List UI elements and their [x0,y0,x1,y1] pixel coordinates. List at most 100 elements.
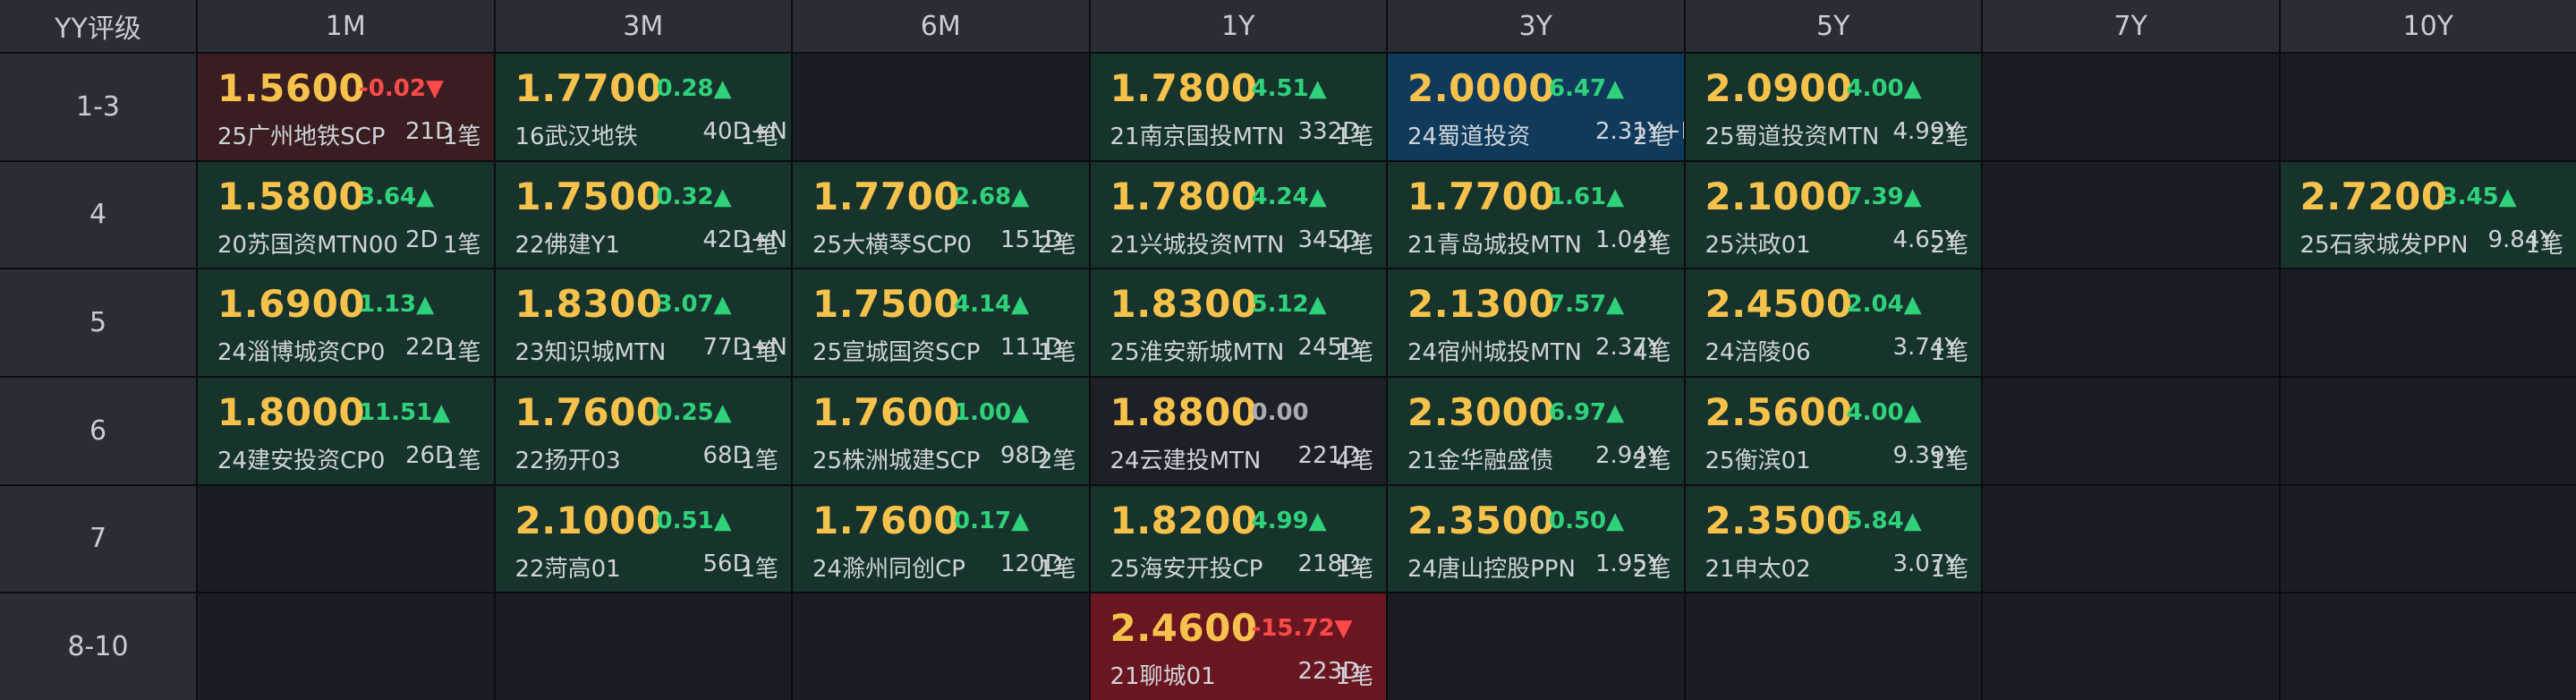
quote-yield: 1.7500 [514,174,663,218]
quote-change: 0.17▲ [954,507,1030,534]
quote-change: 0.51▲ [656,507,732,534]
quote-yield: 1.7600 [514,389,663,434]
quote-change: 4.00▲ [1846,75,1922,102]
bond-name: 21聊城01 [1109,663,1216,691]
quote-change: 3.07▲ [656,291,732,319]
quote-cell[interactable]: 1.7600 0.25▲ 22扬开03 68D 1笔 [495,377,791,484]
header-tenor-3m[interactable]: 3M [495,0,791,52]
quote-cell[interactable]: 2.1300 7.57▲ 24宿州城投MTN 2.37Y 4笔 [1388,269,1684,376]
quote-yield: 2.3500 [1705,498,1853,542]
quote-cell[interactable]: 2.00006.47▲24蜀道投资2.31Y+N2笔 [1388,54,1684,160]
trade-count: 2笔 [1930,231,1968,259]
empty-cell [2280,593,2576,700]
quote-change: 6.97▲ [1549,398,1625,426]
header-tenor-7y[interactable]: 7Y [1983,0,2279,52]
quote-cell[interactable]: 2.1000 7.39▲ 25洪政01 4.65Y 2笔 [1685,161,1981,269]
quote-change: 11.51▲ [359,398,451,426]
quote-cell[interactable]: 1.8200 4.99▲ 25海安开投CP 218D 1笔 [1090,485,1386,593]
bond-name: 20苏国资MTN00 [217,231,398,259]
quote-cell[interactable]: 2.0900 4.00▲ 25蜀道投资MTN 4.99Y 2笔 [1685,54,1981,160]
row-label-rating: 5 [0,269,196,376]
bond-name: 25洪政01 [1705,231,1811,259]
trade-count: 1笔 [442,447,481,474]
quote-change: 0.28▲ [656,75,732,102]
quote-yield: 2.4600 [1109,606,1258,651]
bond-name: 21青岛城投MTN [1407,231,1582,259]
quote-yield: 1.6900 [217,282,366,327]
quote-yield: 1.5600 [217,66,366,110]
trade-count: 1笔 [1037,555,1076,583]
row-label-rating: 1-3 [0,54,196,160]
trade-count: 2笔 [1632,124,1671,150]
quote-cell[interactable]: 1.7700 2.68▲ 25大横琴SCP0 151D 2笔 [793,161,1089,269]
trade-count: 1笔 [1335,663,1373,691]
quote-cell[interactable]: 1.7800 4.51▲ 21南京国投MTN 332D 1笔 [1090,54,1386,160]
quote-cell[interactable]: 1.8300 5.12▲ 25淮安新城MTN 245D 1笔 [1090,269,1386,376]
header-tenor-6m[interactable]: 6M [793,0,1089,52]
quote-cell[interactable]: 1.7500 4.14▲ 25宣城国资SCP 111D 1笔 [793,269,1089,376]
quote-cell[interactable]: 2.3000 6.97▲ 21金华融盛债 2.94Y 2笔 [1388,377,1684,484]
quote-cell[interactable]: 1.8800 0.00 24云建投MTN 221D 4笔 [1090,377,1386,484]
empty-cell [495,593,791,700]
bond-name: 21兴城投资MTN [1109,231,1285,259]
trade-count: 1笔 [1335,339,1373,367]
quote-cell[interactable]: 1.7700 1.61▲ 21青岛城投MTN 1.04Y 2笔 [1388,161,1684,269]
trade-count: 1笔 [1930,447,1968,474]
header-tenor-1m[interactable]: 1M [198,0,494,52]
trade-count: 4笔 [1335,447,1373,474]
header-tenor-3y[interactable]: 3Y [1388,0,1684,52]
quote-cell[interactable]: 1.7600 0.17▲ 24滁州同创CP 120D 1笔 [793,485,1089,593]
quote-yield: 2.1000 [1705,174,1853,218]
quote-cell[interactable]: 2.5600 4.00▲ 25衡滨01 9.39Y 1笔 [1685,377,1981,484]
header-tenor-5y[interactable]: 5Y [1685,0,1981,52]
quote-cell[interactable]: 1.8000 11.51▲ 24建安投资CP0 26D 1笔 [198,377,494,484]
trade-count: 2笔 [1930,124,1968,150]
quote-cell[interactable]: 1.7600 1.00▲ 25株洲城建SCP 98D 2笔 [793,377,1089,484]
bond-name: 24滁州同创CP [812,555,965,583]
trade-count: 2笔 [1632,447,1671,474]
quote-change: -15.72▼ [1251,615,1353,643]
quote-yield: 1.8800 [1109,389,1258,434]
trade-count: 1笔 [1037,339,1076,367]
quote-cell[interactable]: 1.5600 -0.02▼ 25广州地铁SCP 21D 1笔 [198,54,494,160]
row-label-rating: 8-10 [0,593,196,700]
bond-name: 22菏高01 [514,555,621,583]
quote-yield: 1.7700 [514,66,663,110]
bond-name: 25株洲城建SCP [812,447,981,474]
trade-count: 1笔 [740,231,778,259]
bond-name: 25蜀道投资MTN [1705,124,1880,150]
empty-cell [1983,54,2279,160]
quote-change: 4.24▲ [1251,183,1327,210]
quote-yield: 1.7800 [1109,174,1258,218]
quote-change: 0.00 [1251,398,1309,426]
quote-change: 1.13▲ [359,291,435,319]
quote-cell[interactable]: 2.4500 2.04▲ 24涪陵06 3.74Y 1笔 [1685,269,1981,376]
quote-cell[interactable]: 1.6900 1.13▲ 24淄博城资CP0 22D 1笔 [198,269,494,376]
bond-name: 25衡滨01 [1705,447,1811,474]
quote-cell[interactable]: 2.7200 3.45▲ 25石家城发PPN 9.84Y 1笔 [2280,161,2576,269]
header-tenor-10y[interactable]: 10Y [2280,0,2576,52]
quote-cell[interactable]: 1.7800 4.24▲ 21兴城投资MTN 345D 4笔 [1090,161,1386,269]
bond-name: 16武汉地铁 [514,124,638,150]
quote-yield: 1.8000 [217,389,366,434]
trade-count: 1笔 [2525,231,2563,259]
quote-cell[interactable]: 1.7700 0.28▲ 16武汉地铁 40D+N 1笔 [495,54,791,160]
empty-cell [1983,485,2279,593]
quote-cell[interactable]: 1.8300 3.07▲ 23知识城MTN 77D+N 1笔 [495,269,791,376]
quote-cell[interactable]: 1.7500 0.32▲ 22佛建Y1 42D+N 1笔 [495,161,791,269]
header-tenor-1y[interactable]: 1Y [1090,0,1386,52]
quote-cell[interactable]: 2.4600 -15.72▼ 21聊城01 223D 1笔 [1090,593,1386,700]
trade-count: 1笔 [1335,555,1373,583]
header-rating-label: YY评级 [0,0,196,52]
quote-cell[interactable]: 2.3500 5.84▲ 21申太02 3.07Y 1笔 [1685,485,1981,593]
bond-name: 22佛建Y1 [514,231,621,259]
quote-change: 0.25▲ [656,398,732,426]
bond-name: 25海安开投CP [1109,555,1263,583]
empty-cell [1983,377,2279,484]
quote-cell[interactable]: 1.5800 3.64▲ 20苏国资MTN00 2D 1笔 [198,161,494,269]
quote-change: 2.68▲ [954,183,1030,210]
quote-cell[interactable]: 2.1000 0.51▲ 22菏高01 56D 1笔 [495,485,791,593]
quote-cell[interactable]: 2.3500 0.50▲ 24唐山控股PPN 1.95Y 2笔 [1388,485,1684,593]
trade-count: 1笔 [442,339,481,367]
empty-cell [2280,377,2576,484]
